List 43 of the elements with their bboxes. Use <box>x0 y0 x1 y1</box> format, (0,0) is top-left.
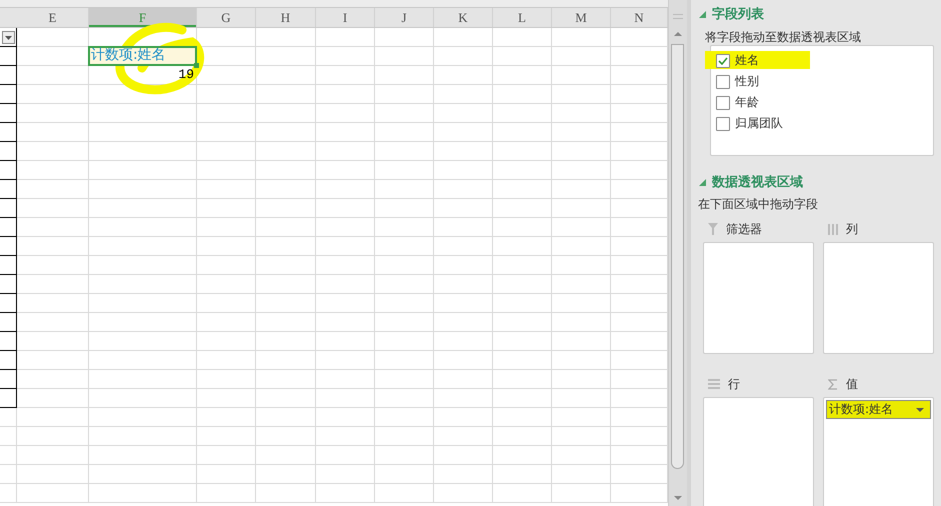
column-header[interactable]: H <box>256 8 316 27</box>
field-label[interactable]: 姓名 <box>735 52 759 69</box>
rows-icon <box>708 379 720 389</box>
drop-area[interactable] <box>703 242 814 354</box>
triangle-icon[interactable] <box>699 10 706 18</box>
drop-area[interactable]: 计数项:姓名 <box>823 397 934 506</box>
hint-text: 在下面区域中拖动字段 <box>698 196 819 211</box>
drop-area[interactable] <box>823 242 934 354</box>
field-label[interactable]: 归属团队 <box>735 115 783 132</box>
area-label: 筛选器 <box>726 220 762 238</box>
column-header[interactable]: K <box>434 8 493 27</box>
checkbox[interactable] <box>716 96 730 110</box>
column-header[interactable]: L <box>493 8 552 27</box>
checkbox[interactable] <box>716 116 730 130</box>
column-header[interactable]: J <box>375 8 434 27</box>
field-label[interactable]: 年龄 <box>735 94 759 111</box>
filter-icon <box>708 223 718 235</box>
checkbox[interactable] <box>716 54 730 68</box>
scrollbar[interactable] <box>668 0 687 506</box>
area-label: 行 <box>728 376 740 392</box>
filter-dropdown-button[interactable] <box>2 31 15 44</box>
field-label[interactable]: 性别 <box>735 73 759 90</box>
column-header[interactable]: I <box>316 8 375 27</box>
area-label: 列 <box>846 220 858 238</box>
drop-area[interactable] <box>703 397 814 506</box>
caret-icon <box>5 36 12 40</box>
arrow-down-icon[interactable] <box>674 496 682 500</box>
triangle-icon[interactable] <box>699 178 706 186</box>
grip-icon[interactable] <box>673 14 683 19</box>
checkbox[interactable] <box>716 74 730 88</box>
caret-icon <box>916 408 924 412</box>
scrollbar-thumb[interactable] <box>671 44 684 469</box>
section-title: 数据透视表区域 <box>712 174 803 191</box>
area-label: 值 <box>846 376 858 392</box>
arrow-up-icon[interactable] <box>674 32 682 36</box>
column-header[interactable]: G <box>197 8 256 27</box>
value-field-item[interactable]: 计数项:姓名 <box>826 400 931 419</box>
columns-icon <box>828 224 838 234</box>
column-header[interactable]: M <box>552 8 611 27</box>
pivot-header-cell[interactable]: 计数项:姓名 <box>88 46 197 66</box>
sigma-icon <box>828 378 838 390</box>
section-title: 字段列表 <box>712 6 764 23</box>
hint-text: 将字段拖动至数据透视表区域 <box>705 29 862 44</box>
